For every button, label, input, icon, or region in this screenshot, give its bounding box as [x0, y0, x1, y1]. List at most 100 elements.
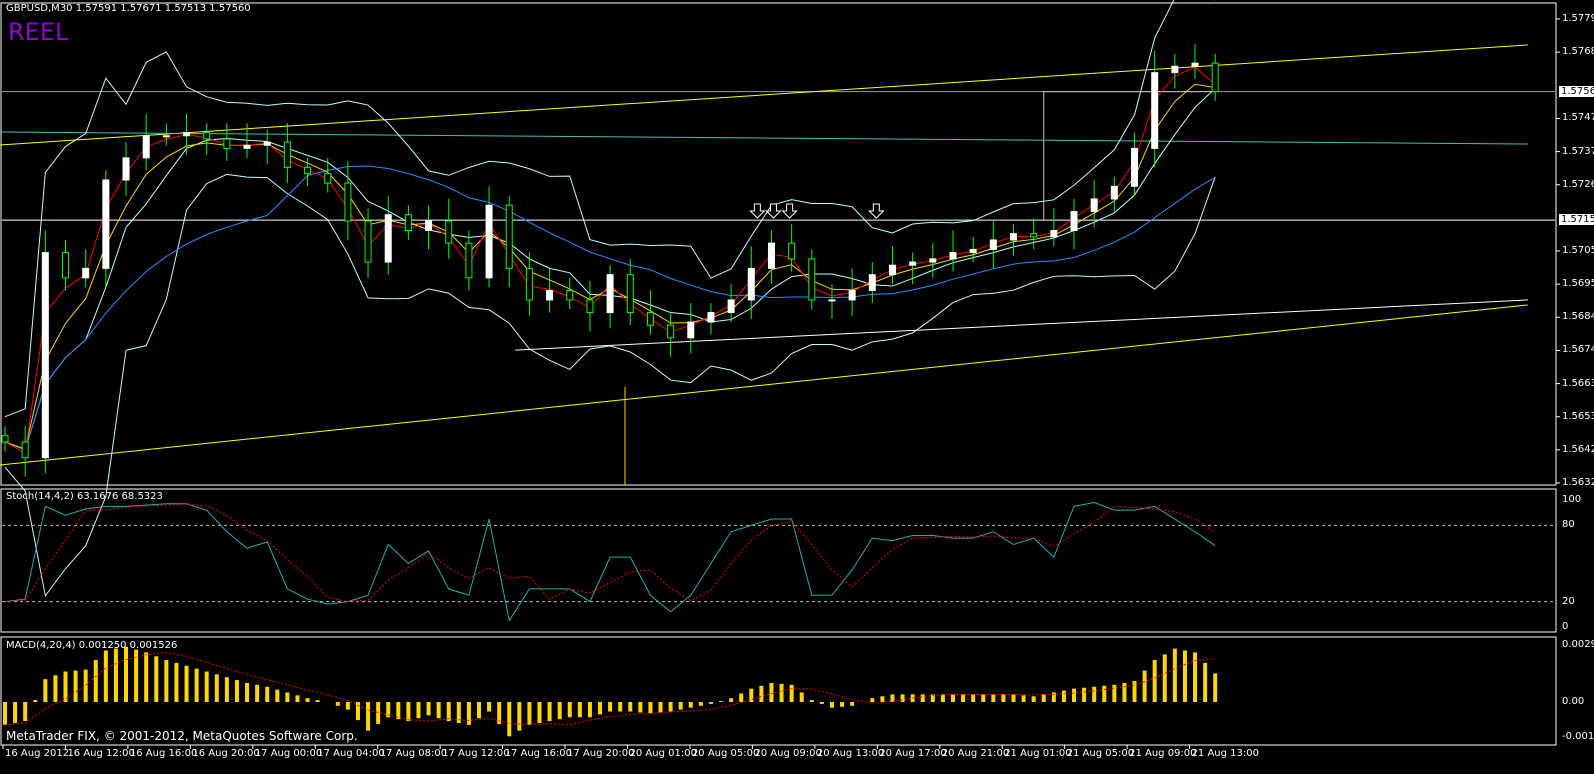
candle-body	[727, 299, 735, 314]
time-tick-label: 16 Aug 16:00	[129, 748, 198, 759]
time-tick-label: 21 Aug 13:00	[1191, 748, 1259, 759]
price-tick-label: 1.57055	[1562, 245, 1594, 256]
time-tick-label: 16 Aug 20:00	[192, 748, 260, 759]
time-tick-label: 17 Aug 16:00	[504, 748, 573, 759]
time-tick-label: 20 Aug 01:00	[629, 748, 697, 759]
time-tick-label: 17 Aug 08:00	[379, 748, 448, 759]
candle-body	[1, 435, 9, 443]
candle-body	[848, 289, 856, 301]
time-tick-label: 17 Aug 20:00	[567, 748, 635, 759]
main-panel-border	[0, 2, 1557, 486]
price-tick-label: 1.56530	[1562, 410, 1594, 422]
candle-body	[687, 321, 695, 339]
candle-body	[283, 141, 291, 168]
candle-body	[41, 252, 49, 459]
candle-body	[808, 258, 816, 301]
trendline-lower-yellow	[0, 304, 1528, 466]
candle-body	[425, 220, 433, 231]
candle-body	[909, 261, 917, 266]
candle-body	[1090, 198, 1098, 213]
candle-body	[102, 179, 110, 269]
candle-body	[223, 138, 231, 149]
line-price-label: 1.57153	[1559, 214, 1594, 226]
candle-body	[707, 312, 715, 323]
stoch-tick-label: 20	[1562, 595, 1575, 607]
candle-body	[868, 274, 876, 291]
time-tick-label: 17 Aug 12:00	[442, 748, 510, 759]
time-tick-label: 20 Aug 13:00	[816, 748, 885, 759]
candle-body	[1070, 211, 1078, 231]
price-tick-label: 1.56950	[1562, 278, 1594, 290]
price-tick-label: 1.56635	[1562, 377, 1594, 389]
candle-body	[969, 248, 977, 254]
candle-body	[62, 252, 70, 279]
candle-body	[445, 220, 453, 244]
price-tick-label: 1.57790	[1562, 13, 1594, 24]
macd-label: MACD(4,20,4) 0.001250 0.001526	[6, 640, 178, 651]
time-tick-label: 21 Aug 01:00	[1004, 748, 1072, 759]
candle-body	[1191, 62, 1199, 67]
down-arrow-icon	[765, 203, 782, 219]
price-tick-label: 1.57370	[1562, 145, 1594, 157]
time-tick-label: 21 Aug 05:00	[1066, 748, 1135, 759]
candle-body	[203, 132, 211, 140]
candle-body	[626, 274, 634, 314]
candle-body	[505, 204, 513, 269]
stoch-signal-line	[4, 503, 1216, 603]
candle-body	[122, 157, 130, 181]
price-tick-label: 1.56425	[1562, 443, 1594, 455]
time-tick-label: 20 Aug 05:00	[691, 748, 760, 759]
time-tick-label: 21 Aug 09:00	[1129, 748, 1197, 759]
candle-body	[828, 299, 836, 302]
time-tick-label: 17 Aug 04:00	[317, 748, 385, 759]
candle-body	[384, 214, 392, 263]
candle-body	[646, 312, 654, 326]
candle-body	[263, 141, 271, 146]
candle-body	[546, 289, 554, 301]
candle-body	[183, 132, 191, 137]
price-tick-label: 1.56845	[1562, 311, 1594, 323]
candle-body	[1110, 185, 1118, 200]
range-box	[1043, 91, 1216, 221]
candle-body	[304, 166, 312, 175]
candle-body	[1010, 233, 1017, 241]
chart-canvas[interactable]	[0, 0, 1594, 774]
trendline-upper-yellow	[0, 44, 1528, 146]
candle-body	[344, 182, 352, 222]
chart-label: REEL	[8, 18, 69, 46]
stoch-tick-label: 80	[1562, 519, 1575, 531]
candle-body	[82, 267, 90, 279]
price-tick-label: 1.57265	[1562, 178, 1594, 190]
candle-body	[525, 267, 533, 301]
price-tick-label: 1.56320	[1562, 477, 1594, 488]
time-tick-label: 17 Aug 00:00	[254, 748, 323, 759]
time-tick-label: 20 Aug 17:00	[879, 748, 947, 759]
price-tick-label: 1.57475	[1562, 112, 1594, 124]
candle-body	[888, 264, 896, 276]
candle-body	[747, 267, 755, 301]
price-tick-label: 1.57685	[1562, 46, 1594, 58]
bollinger-upper	[4, 0, 1216, 418]
candle-body	[21, 441, 29, 459]
candle-body	[606, 274, 614, 314]
macd-tick-label: -0.00182	[1562, 730, 1594, 742]
candle-body	[767, 242, 775, 269]
candle-body	[404, 214, 412, 231]
copyright-text: MetaTrader FIX, © 2001-2012, MetaQuotes …	[6, 729, 358, 743]
macd-tick-label: 0.00299	[1562, 639, 1594, 650]
down-arrow-icon	[781, 203, 798, 219]
stoch-tick-label: 0	[1562, 621, 1569, 632]
candle-body	[566, 289, 574, 301]
time-tick-label: 16 Aug 12:00	[67, 748, 135, 759]
macd-tick-label: 0.00	[1562, 696, 1585, 707]
candle-body	[949, 252, 957, 260]
candle-body	[667, 324, 675, 339]
stoch-panel-border	[0, 488, 1557, 633]
candle-body	[1050, 229, 1058, 238]
candle-body	[1151, 72, 1159, 149]
candle-body	[324, 173, 332, 184]
candle-body	[465, 242, 473, 279]
symbol-info: GBPUSD,M30 1.57591 1.57671 1.57513 1.575…	[6, 3, 251, 14]
candle-body	[989, 239, 997, 250]
candle-body	[142, 135, 150, 159]
